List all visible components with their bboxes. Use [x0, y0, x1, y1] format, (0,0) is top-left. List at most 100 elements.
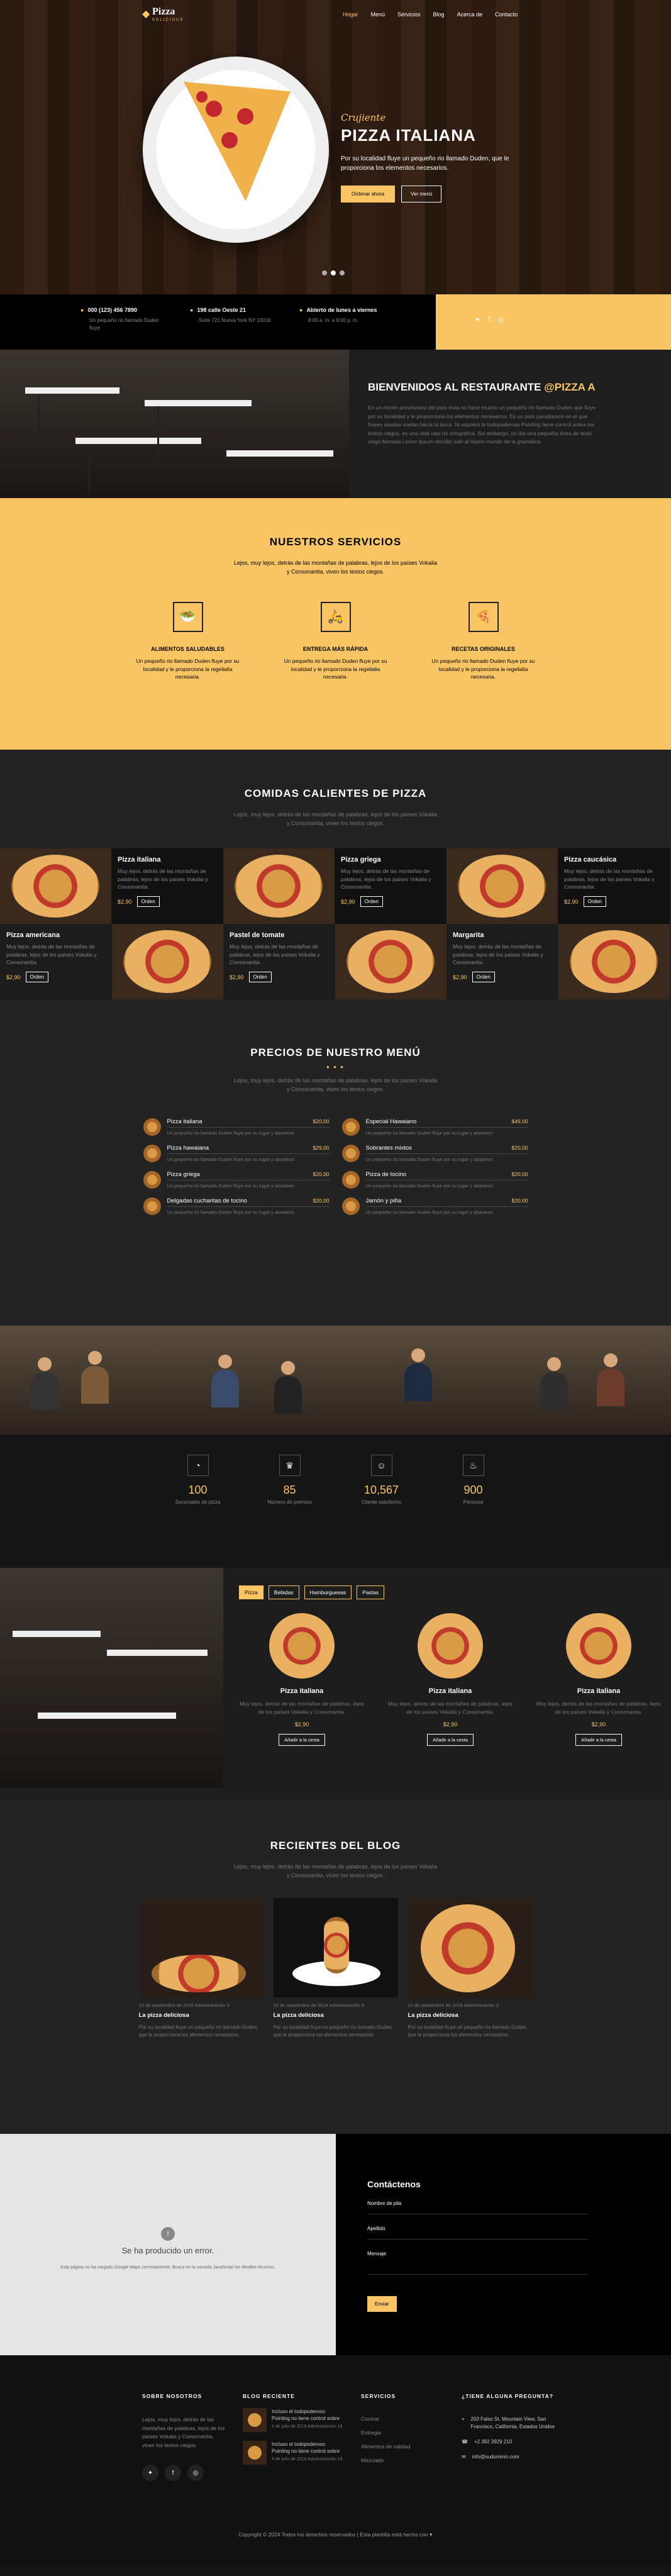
order-button[interactable]: Orden [360, 896, 383, 908]
slider-dot-active[interactable] [331, 270, 336, 275]
service-title: RECETAS ORIGINALES [452, 645, 515, 652]
price-item: Pizza de tocino $20,00 Un pequeño rio llam… [341, 1170, 528, 1189]
blog-image[interactable] [138, 1897, 263, 1997]
pizza-price: $2,90 [230, 974, 244, 980]
order-button[interactable]: Orden [472, 972, 495, 983]
order-now-button[interactable]: Ordenar ahora [341, 186, 396, 203]
last-name-field[interactable]: Apellido [367, 2219, 587, 2240]
dish-thumb [143, 1170, 161, 1189]
hero-title: PIZZA ITALIANA [341, 126, 476, 145]
service-desc: Un pequeño rio llamado Duden fluye por s… [284, 657, 387, 680]
tab-pastas[interactable]: Pastas [357, 1585, 385, 1599]
instagram-icon[interactable]: ◎ [187, 2465, 204, 2482]
tab-pizza[interactable]: Pizza [239, 1585, 263, 1599]
add-to-cart-button[interactable]: Añadir a la cesta [427, 1733, 474, 1746]
map-embed[interactable]: ! Se ha producido un error. Esta página … [0, 2134, 336, 2355]
footer-post-title[interactable]: Incluso el todopoderoso Pointing no tien… [272, 2408, 343, 2422]
pepperoni [221, 132, 238, 148]
phone-text[interactable]: +2 392 3929 210 [474, 2438, 512, 2446]
blog-post[interactable]: 10 de septiembre de 2018 Administración … [138, 1897, 263, 2039]
twitter-icon[interactable]: ✦ [475, 316, 480, 350]
person [211, 1370, 239, 1407]
nav-item-blog[interactable]: Blog [433, 11, 445, 18]
counter-label: Sucursales de pizza [175, 1499, 221, 1505]
pizza-desc: Muy lejos, detrás de las montañas de pal… [453, 943, 543, 966]
pizza-photo [420, 1904, 515, 1992]
order-button[interactable]: Orden [25, 972, 48, 983]
blog-image[interactable] [273, 1897, 398, 1997]
post-title[interactable]: La pizza deliciosa [408, 2012, 533, 2019]
order-button[interactable]: Orden [248, 972, 272, 983]
nav-item-menu[interactable]: Menú [371, 11, 385, 18]
send-button[interactable]: Enviar [367, 2296, 397, 2312]
person [280, 1361, 295, 1375]
tab-burgers[interactable]: Hamburguesas [304, 1585, 352, 1599]
map-pin-icon: ⌖ [462, 2416, 465, 2422]
view-menu-button[interactable]: Ver menú [401, 186, 442, 203]
tab-drinks[interactable]: Bebidas [268, 1585, 299, 1599]
footer-post-title[interactable]: Incluso el todopoderoso Pointing no tien… [272, 2441, 343, 2455]
order-button[interactable]: Orden [136, 896, 160, 908]
pasta-photo [323, 1916, 349, 1974]
post-title[interactable]: La pizza deliciosa [139, 2012, 263, 2019]
table [107, 1650, 208, 1656]
footer-service-link[interactable]: Alimentos de calidad [361, 2443, 444, 2450]
pizza-photo [11, 854, 99, 918]
person [547, 1357, 562, 1371]
people-photo [503, 1326, 671, 1435]
slider-dot[interactable] [322, 270, 327, 275]
copyright: Copyright © 2024 Todos los derechos rese… [238, 2531, 433, 2538]
pizza-desc: Muy lejos, detrás de las montañas de pal… [6, 943, 97, 966]
dish-price: $20,00 [313, 1197, 330, 1204]
person [88, 1351, 102, 1365]
email-text[interactable]: info@sudominio.com [472, 2453, 519, 2461]
nav-item-about[interactable]: Acerca de [457, 11, 483, 18]
service-desc: Un pequeño rio llamado Duden fluye por s… [136, 657, 240, 680]
menu-tabs-section: Pizza Bebidas Hamburguesas Pastas Pizza … [0, 1568, 671, 1801]
footer-service-link[interactable]: Mezclado [361, 2457, 444, 2463]
post-title[interactable]: La pizza deliciosa [274, 2012, 398, 2019]
blog-post[interactable]: 10 de septiembre de 2018 Administración … [273, 1897, 398, 2039]
message-field[interactable]: Mensaje [367, 2245, 587, 2275]
twitter-icon[interactable]: ✦ [142, 2465, 158, 2482]
order-button[interactable]: Orden [583, 896, 606, 908]
footer-email[interactable]: ✉ info@sudominio.com [462, 2453, 562, 2461]
footer-service-link[interactable]: Entregar [361, 2429, 444, 2436]
dish-name: Pizza italiana [167, 1118, 202, 1125]
table [145, 400, 252, 406]
slider-dot[interactable] [340, 270, 345, 275]
nav-item-contact[interactable]: Contacto [495, 11, 518, 18]
facebook-icon[interactable]: f [165, 2465, 181, 2482]
footer-post[interactable]: Incluso el todopoderoso Pointing no tien… [243, 2441, 343, 2465]
pizza-photo [570, 930, 658, 993]
counters-section: ◔ 100 Sucursales de pizza ♛ 85 Número de pre… [0, 1435, 671, 1568]
footer-questions: ¿TIENE ALGUNA PREGUNTA? ⌖ 203 Falso St. M… [462, 2393, 562, 2481]
dish-desc: Un pequeño rio llamado Duden fluye por s… [167, 1130, 296, 1136]
first-name-field[interactable]: Nombre de pila [367, 2194, 587, 2214]
product-desc: Muy lejos, detrás de las montañas de pal… [536, 1701, 661, 1715]
facebook-icon[interactable]: f [488, 316, 490, 350]
footer-phone[interactable]: ☎ +2 392 3929 210 [462, 2438, 562, 2446]
add-to-cart-button[interactable]: Añadir a la cesta [575, 1733, 622, 1746]
footer-service-link[interactable]: Cocinar [361, 2416, 444, 2422]
instagram-icon[interactable]: ◎ [497, 316, 504, 350]
blog-image[interactable] [408, 1897, 533, 1997]
hero-slider: Crujiente PIZZA ITALIANA Por su localida… [0, 0, 671, 294]
blog-post[interactable]: 10 de septiembre de 2018 Administración … [408, 1897, 533, 2039]
nav-item-services[interactable]: Servicios [397, 11, 421, 18]
chair [38, 394, 40, 444]
footer-post[interactable]: Incluso el todopoderoso Pointing no tien… [243, 2408, 343, 2432]
phone-icon: ☎ [462, 2439, 468, 2445]
logo[interactable]: ◆ Pizza DELICIOUS [142, 5, 182, 26]
healthy-food-icon: 🥗 [172, 601, 203, 632]
welcome-text: BIENVENIDOS AL RESTAURANTE @PIZZA A En u… [349, 350, 671, 498]
post-meta: 10 de septiembre de 2018 Administración … [138, 2002, 230, 2008]
services-desc: Lejos, muy lejos, detrás de las montañas… [233, 560, 438, 575]
hot-pizza-section: COMIDAS CALIENTES DE PIZZA Lejos, muy le… [0, 750, 671, 1014]
add-to-cart-button[interactable]: Añadir a la cesta [279, 1733, 325, 1746]
price-item: Jamón y piña $20,00 Un pequeño rio llamado… [341, 1197, 528, 1215]
nav-item-home[interactable]: Hogar [343, 11, 358, 18]
pizza-desc: Muy lejos, detrás de las montañas de pal… [230, 943, 320, 966]
pizza-row: Pizza italiana Muy lejos, detrás de las … [0, 848, 671, 924]
pizza-price-row: $2,90 Orden [118, 896, 217, 908]
